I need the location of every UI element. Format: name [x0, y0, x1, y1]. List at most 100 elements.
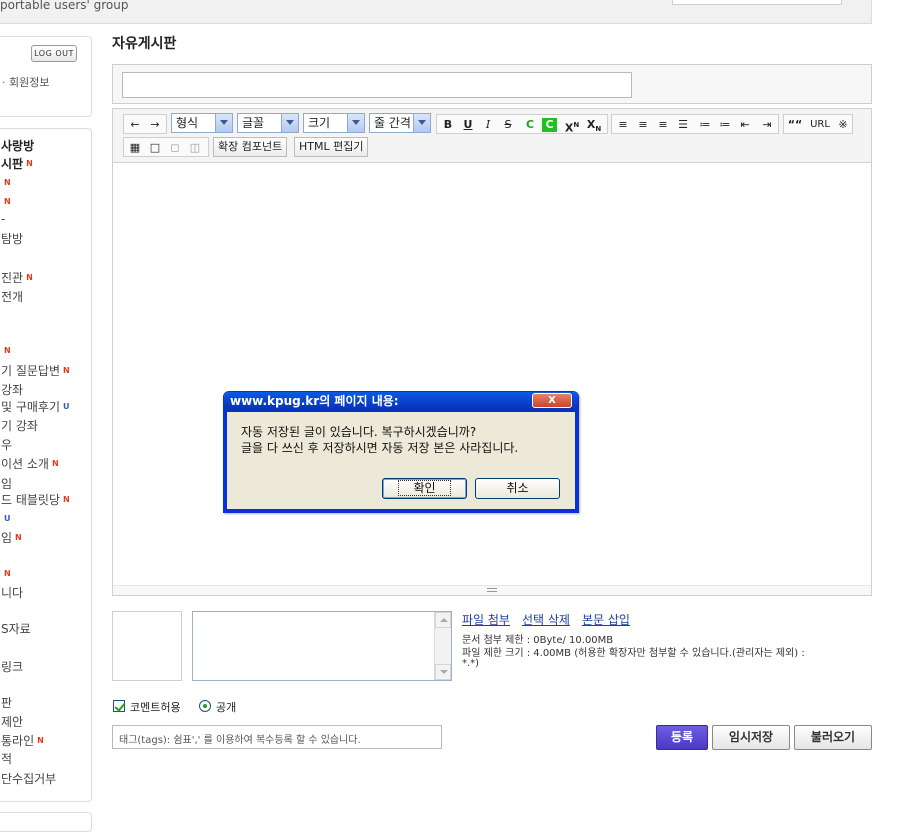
split-cells-icon[interactable]: ◫	[186, 140, 204, 156]
new-badge: N	[37, 736, 44, 745]
public-radio[interactable]	[199, 700, 211, 712]
sidebar-menu-item[interactable]: 강좌	[1, 383, 23, 397]
paragraph-group: ≡ ≡ ≡ ☰ ≔ ≔ ⇤ ⇥	[611, 114, 779, 134]
temp-save-button[interactable]: 임시저장	[712, 725, 790, 750]
underline-button[interactable]: U	[459, 117, 477, 133]
sidebar-menu-item[interactable]: 임N	[1, 531, 22, 545]
logout-button[interactable]: LOG OUT	[31, 45, 77, 62]
sidebar-menu-item-label: 강좌	[1, 383, 24, 397]
quote-button[interactable]: ““	[786, 117, 804, 133]
merge-cells-icon[interactable]: ◻	[166, 140, 184, 156]
text-color-button[interactable]: C	[521, 117, 539, 133]
sidebar-menu-item[interactable]: 사랑방	[1, 139, 34, 153]
sidebar-menu-item[interactable]: N	[1, 567, 11, 581]
scroll-down-icon[interactable]	[435, 664, 451, 680]
sidebar-menu-item[interactable]: N	[1, 195, 11, 209]
sidebar-menu-item-label: 판	[1, 696, 13, 710]
site-tagline: portable users' group	[0, 0, 129, 12]
url-button[interactable]: URL	[808, 117, 832, 133]
subscript-button[interactable]: XN	[585, 117, 603, 133]
dialog-ok-button[interactable]: 확인	[382, 478, 467, 499]
italic-button[interactable]: I	[479, 117, 497, 133]
line-height-select-value: 줄 간격	[374, 116, 411, 130]
sidebar-menu-item[interactable]: 드 태블릿당 N	[1, 493, 70, 507]
sidebar-menu-item[interactable]: 우	[1, 438, 12, 452]
sidebar-menu-item-label: -	[1, 212, 6, 226]
align-justify-icon[interactable]: ☰	[674, 117, 692, 133]
sidebar-menu-item[interactable]: 적	[1, 752, 12, 766]
close-icon[interactable]: X	[532, 393, 572, 408]
sidebar-menu-item[interactable]: 제안	[1, 715, 23, 729]
special-character-button[interactable]: ※	[834, 117, 852, 133]
sidebar-menu-item[interactable]: 임	[1, 477, 12, 491]
sidebar-menu-item[interactable]: 진관 N	[1, 271, 33, 285]
sidebar-menu-item[interactable]: 기 질문답변 N	[1, 364, 70, 378]
dialog-message-line-2: 글을 다 쓰신 후 저장하시면 자동 저장 본은 사라집니다.	[241, 441, 519, 455]
size-select[interactable]: 크기	[303, 113, 365, 133]
sidebar-menu-item[interactable]: 이션 소개 N	[1, 457, 59, 471]
undo-arrow-icon[interactable]: ←	[126, 117, 144, 133]
header-search-input[interactable]	[672, 0, 842, 5]
dialog-cancel-button[interactable]: 취소	[475, 478, 560, 499]
redo-arrow-icon[interactable]: →	[146, 117, 164, 133]
load-button[interactable]: 불러오기	[794, 725, 872, 750]
sidebar-menu-item[interactable]: 단수집거부	[1, 772, 56, 786]
html-editor-button[interactable]: HTML 편집기	[294, 137, 369, 157]
align-right-icon[interactable]: ≡	[654, 117, 672, 133]
sidebar-menu-item[interactable]: -	[1, 212, 5, 226]
sidebar-menu-item[interactable]: 및 구매후기 U	[1, 400, 70, 414]
new-badge: N	[4, 569, 11, 578]
scroll-up-icon[interactable]	[435, 612, 451, 628]
background-color-button[interactable]: C	[542, 118, 557, 132]
indent-icon[interactable]: ⇥	[758, 117, 776, 133]
sidebar-menu-item[interactable]: 전개	[1, 290, 23, 304]
dialog-message-line-1: 자동 저장된 글이 있습니다. 복구하시겠습니까?	[241, 425, 477, 439]
extension-component-button[interactable]: 확장 컴포넌트	[213, 137, 288, 157]
member-info-link[interactable]: · 회원정보	[2, 74, 49, 90]
new-badge: N	[26, 273, 33, 282]
box-icon[interactable]: □	[146, 140, 164, 156]
attachment-scrollbar[interactable]	[434, 612, 451, 680]
strikethrough-button[interactable]: S	[499, 117, 517, 133]
new-badge: N	[4, 197, 11, 206]
chevron-down-icon	[215, 114, 232, 132]
tags-input[interactable]: 태그(tags): 쉼표',' 를 이용하여 복수등록 할 수 있습니다.	[112, 725, 442, 749]
font-select-value: 글꼴	[242, 116, 265, 130]
outdent-icon[interactable]: ⇤	[736, 117, 754, 133]
bold-button[interactable]: B	[439, 117, 457, 133]
editor-resize-handle[interactable]	[113, 585, 871, 595]
sidebar-menu-item[interactable]: 니다	[1, 586, 23, 600]
align-left-icon[interactable]: ≡	[614, 117, 632, 133]
public-label: 공개	[216, 701, 237, 714]
sidebar-menu-item[interactable]: 시판 N	[1, 157, 33, 171]
sidebar-menu-item-label: 적	[1, 752, 13, 766]
sidebar-menu-item-label: 통라인	[1, 734, 35, 748]
sidebar-menu-item[interactable]: 기 강좌	[1, 419, 38, 433]
format-select[interactable]: 형식	[171, 113, 233, 133]
allow-comments-checkbox[interactable]	[113, 700, 125, 712]
post-title-input[interactable]	[122, 72, 632, 98]
align-center-icon[interactable]: ≡	[634, 117, 652, 133]
file-attach-link[interactable]: 파일 첨부	[462, 611, 510, 628]
table-icon[interactable]: ▦	[126, 140, 144, 156]
grip-icon	[487, 588, 497, 592]
updated-badge: U	[4, 514, 11, 523]
sidebar-menu-item[interactable]: 링크	[1, 660, 23, 674]
sidebar-menu-item[interactable]: 탐방	[1, 232, 23, 246]
sidebar-menu-item[interactable]: U	[1, 512, 11, 526]
sidebar-menu-item[interactable]: S자료	[1, 622, 31, 636]
sidebar-menu-item[interactable]: 판	[1, 696, 12, 710]
sidebar-menu-item[interactable]: N	[1, 176, 11, 190]
sidebar-menu-item[interactable]: N	[1, 344, 11, 358]
unordered-list-icon[interactable]: ≔	[716, 117, 734, 133]
insert-body-link[interactable]: 본문 삽입	[582, 611, 630, 628]
sidebar-menu-item[interactable]: 통라인 N	[1, 734, 44, 748]
delete-selected-link[interactable]: 선택 삭제	[522, 611, 570, 628]
attachment-list[interactable]	[192, 611, 452, 681]
superscript-button[interactable]: XN	[563, 117, 581, 135]
new-badge: N	[26, 159, 33, 168]
font-select[interactable]: 글꼴	[237, 113, 299, 133]
line-height-select[interactable]: 줄 간격	[369, 113, 431, 133]
submit-button[interactable]: 등록	[656, 725, 708, 750]
ordered-list-icon[interactable]: ≔	[696, 117, 714, 133]
